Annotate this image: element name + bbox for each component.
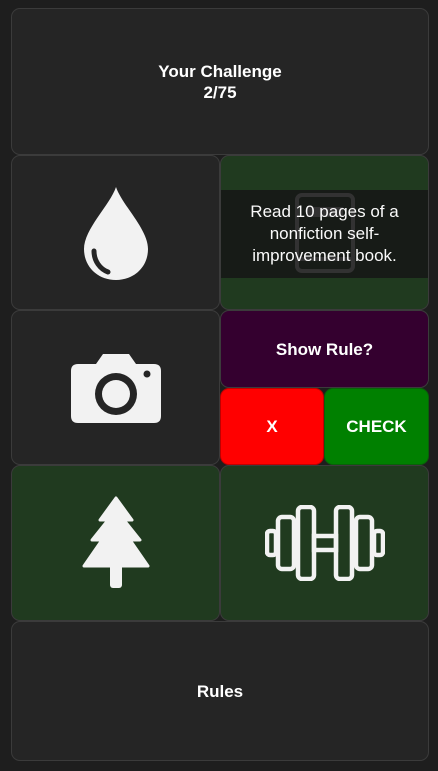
camera-icon	[70, 353, 161, 423]
challenge-title: Your Challenge	[158, 61, 282, 81]
challenge-progress: 2/75	[203, 82, 237, 102]
water-task-tile[interactable]	[11, 155, 220, 310]
outdoor-task-tile[interactable]	[11, 465, 220, 621]
photo-task-tile[interactable]	[11, 310, 220, 465]
rules-button[interactable]: Rules	[11, 621, 429, 761]
check-button[interactable]: CHECK	[324, 388, 429, 465]
challenge-header: Your Challenge 2/75	[11, 8, 429, 155]
workout-task-tile[interactable]	[220, 465, 429, 621]
tree-icon	[82, 496, 149, 588]
show-rule-button[interactable]: Show Rule?	[220, 310, 429, 388]
dumbbell-icon	[264, 505, 385, 581]
rule-text: Read 10 pages of a nonfiction self-impro…	[221, 190, 428, 278]
water-drop-icon	[83, 186, 148, 280]
reading-task-tile[interactable]: Read 10 pages of a nonfiction self-impro…	[220, 155, 429, 310]
reject-button[interactable]: X	[220, 388, 324, 465]
